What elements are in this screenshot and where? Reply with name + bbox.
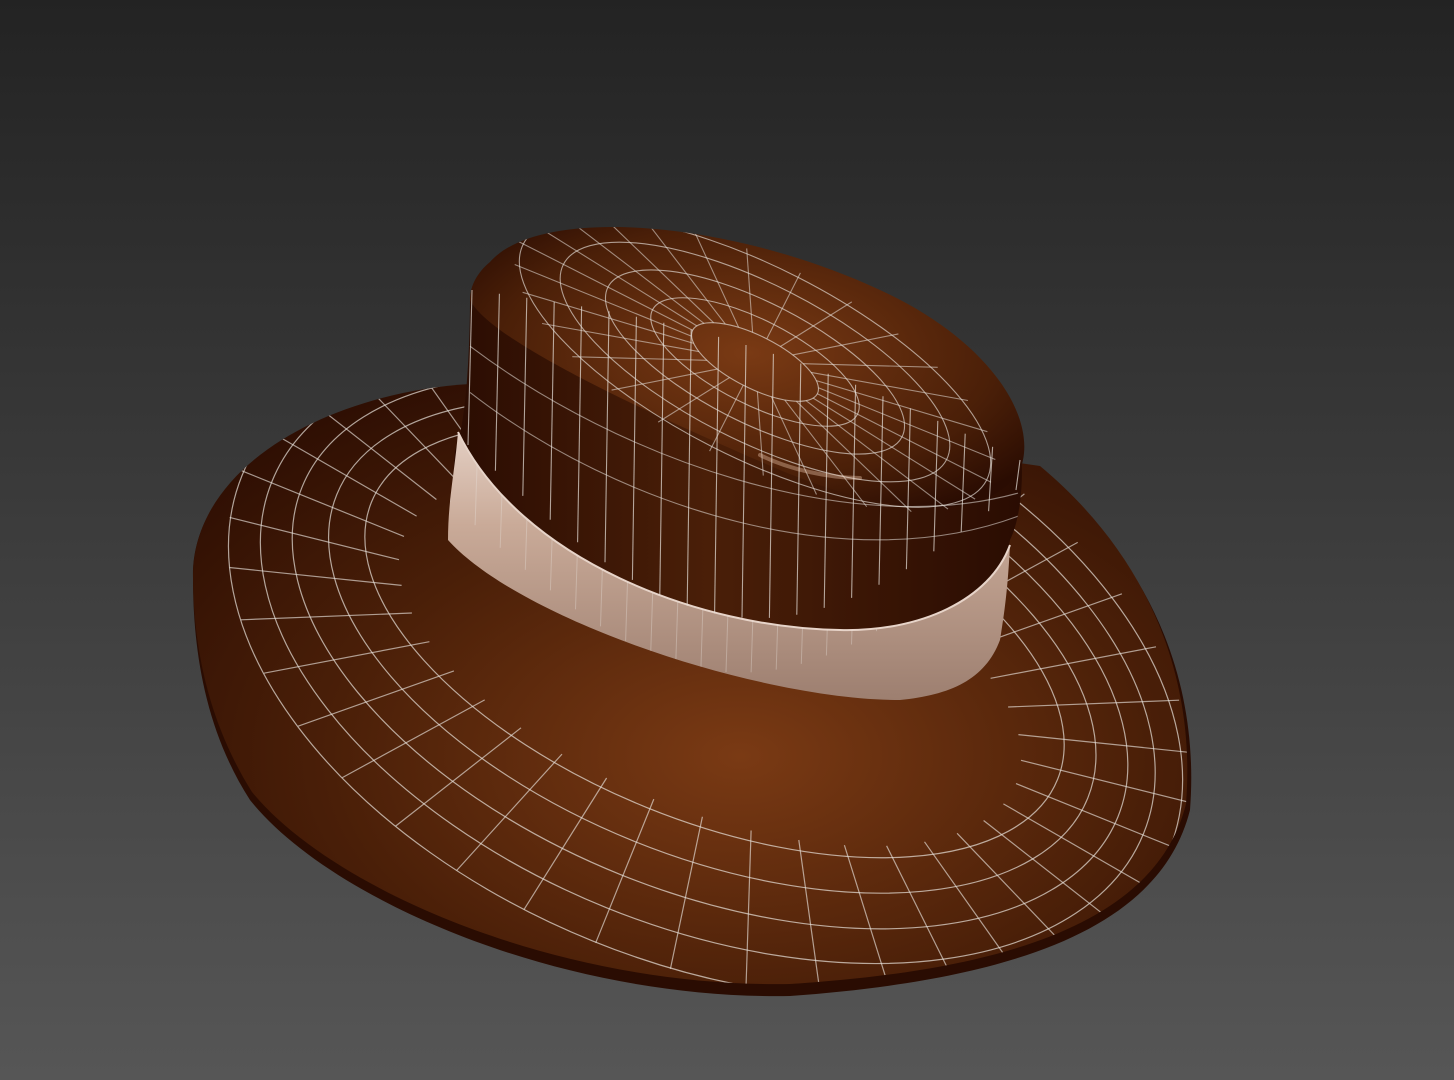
- 3d-viewport[interactable]: [0, 0, 1454, 1080]
- viewport-scene[interactable]: [0, 0, 1454, 1080]
